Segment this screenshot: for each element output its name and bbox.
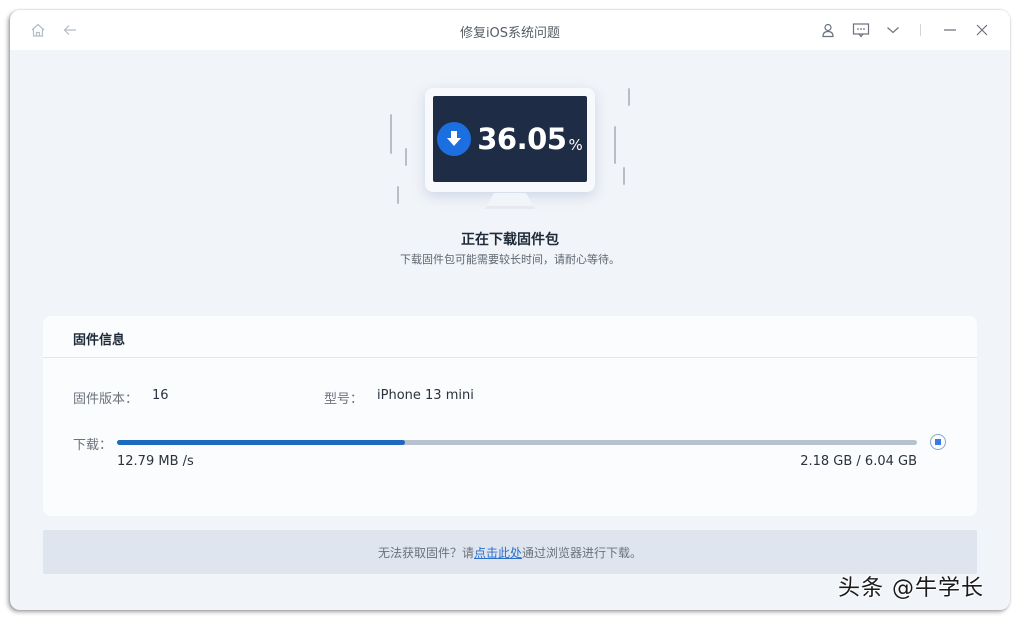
model-label: 型号： [324, 392, 364, 407]
title-separator [920, 24, 921, 36]
message-icon[interactable] [852, 22, 870, 38]
decor-line [405, 148, 407, 166]
decor-line [628, 88, 630, 106]
monitor-stand [485, 193, 535, 209]
card-header: 固件信息 [43, 316, 977, 358]
firmware-info-card: 固件信息 固件版本： 16 型号： iPhone 13 mini 下载： 12.… [43, 316, 977, 516]
download-illustration: 36.05 % [380, 80, 640, 220]
download-size: 2.18 GB / 6.04 GB [800, 454, 917, 469]
stop-download-button[interactable] [930, 434, 946, 450]
decor-line [397, 186, 399, 204]
progress-screen: 36.05 % [433, 96, 587, 182]
download-progress-fill [117, 440, 406, 445]
version-label: 固件版本： [73, 392, 139, 407]
status-title: 正在下载固件包 [461, 232, 559, 248]
footer-help-bar: 无法获取固件？请 点击此处 通过浏览器进行下载。 [43, 530, 977, 574]
download-speed: 12.79 MB /s [117, 454, 194, 469]
browser-download-link[interactable]: 点击此处 [474, 544, 522, 561]
decor-line [614, 126, 616, 164]
download-icon [437, 122, 472, 156]
download-progress-bar [117, 440, 917, 445]
card-title: 固件信息 [73, 333, 126, 348]
user-icon[interactable] [820, 22, 836, 38]
title-bar: 修复iOS系统问题 [10, 10, 1010, 50]
chevron-down-icon[interactable] [885, 22, 901, 38]
status-subtitle: 下载固件包可能需要较长时间，请耐心等待。 [400, 253, 620, 266]
decor-line [390, 114, 392, 154]
monitor-graphic: 36.05 % [425, 88, 595, 192]
app-window: 修复iOS系统问题 36.05 % 正在下载固件包 下载固件包可能需要较长时间，… [10, 10, 1010, 610]
decor-line [623, 167, 625, 185]
footer-text-after: 通过浏览器进行下载。 [522, 545, 643, 560]
watermark: 头条 @牛学长 [838, 576, 984, 601]
close-icon[interactable] [974, 22, 990, 38]
footer-text-before: 无法获取固件？请 [377, 545, 474, 560]
version-value: 16 [152, 388, 169, 403]
stop-icon [935, 439, 941, 445]
model-value: iPhone 13 mini [377, 388, 474, 403]
minimize-icon[interactable] [942, 22, 958, 38]
download-label: 下载： [73, 438, 113, 453]
percent-sign: % [568, 136, 583, 154]
progress-percent: 36.05 [477, 122, 567, 156]
